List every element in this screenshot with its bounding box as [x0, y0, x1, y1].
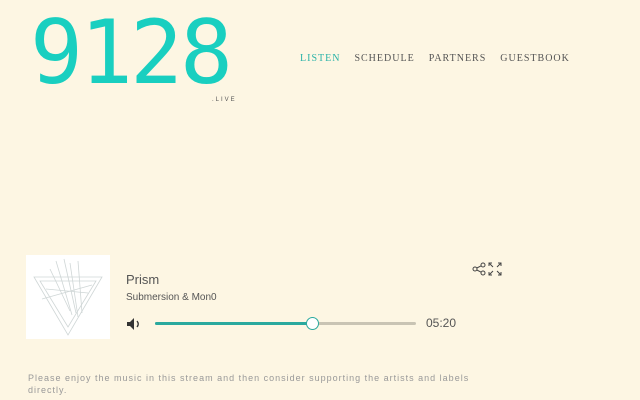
album-cover [26, 255, 110, 339]
main-nav: LISTEN SCHEDULE PARTNERS GUESTBOOK [300, 53, 570, 64]
track-artist: Submersion & Mon0 [126, 292, 217, 303]
nav-partners[interactable]: PARTNERS [429, 53, 487, 64]
progress-bar[interactable] [155, 317, 416, 330]
support-message: Please enjoy the music in this stream an… [28, 373, 470, 395]
share-icon[interactable] [472, 261, 486, 276]
progress-handle[interactable] [305, 317, 319, 330]
audio-player: Prism Submersion & Mon0 05:20 [26, 255, 506, 340]
nav-schedule[interactable]: SCHEDULE [354, 53, 414, 64]
track-time: 05:20 [426, 316, 457, 330]
progress-fill [155, 322, 312, 325]
logo-subtitle: .LIVE [212, 97, 237, 103]
fullscreen-icon[interactable] [488, 261, 502, 276]
site-logo[interactable]: 9128 [30, 8, 233, 98]
nav-listen[interactable]: LISTEN [300, 53, 340, 64]
track-title: Prism [126, 272, 160, 287]
nav-guestbook[interactable]: GUESTBOOK [500, 53, 570, 64]
volume-icon[interactable] [126, 316, 144, 330]
